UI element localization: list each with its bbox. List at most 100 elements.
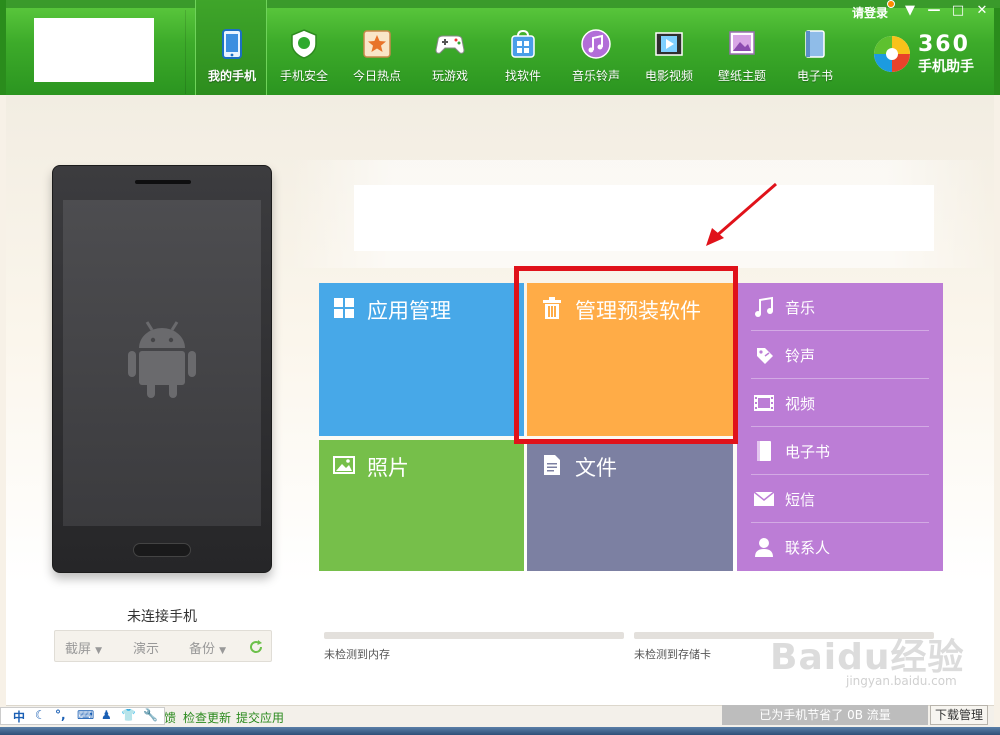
banner-area xyxy=(354,185,934,251)
nav-label: 今日热点 xyxy=(352,69,401,83)
nav-my-phone[interactable]: 我的手机 xyxy=(195,0,267,95)
ime-skin-icon[interactable]: 👕 xyxy=(121,708,136,722)
chevron-down-icon: ▼ xyxy=(219,646,227,656)
backup-label: 备份 xyxy=(189,642,216,657)
nav-label: 电影视频 xyxy=(644,69,693,83)
top-header: 我的手机 手机安全 今日热点 玩游戏 找软件 音乐铃声 电影视频 壁纸主题 电子… xyxy=(0,0,1000,95)
memory-status: 未检测到内存 xyxy=(324,648,390,661)
ime-moon-icon[interactable]: ☾ xyxy=(35,708,46,722)
ime-keyboard-icon[interactable]: ⌨ xyxy=(77,708,94,722)
check-update-link[interactable]: 检查更新 xyxy=(183,709,231,726)
tile-label: 文件 xyxy=(575,456,617,480)
menu-dropdown-button[interactable]: ▼ xyxy=(900,3,920,19)
download-manager-button[interactable]: 下载管理 xyxy=(930,705,988,725)
watermark: Baidu经验 jingyan.baidu.com xyxy=(770,628,980,688)
feedback-link[interactable]: 馈 xyxy=(164,709,176,726)
gamepad-icon xyxy=(435,35,465,54)
ime-punct-icon[interactable]: °, xyxy=(55,708,66,722)
star-icon xyxy=(363,30,391,58)
phone-action-bar: 截屏 ▼ 演示 备份 ▼ xyxy=(54,630,272,662)
ime-user-icon[interactable]: ♟ xyxy=(101,708,112,722)
tile-label: 应用管理 xyxy=(367,299,451,323)
document-icon xyxy=(544,455,560,475)
app-management-tile[interactable]: 应用管理 xyxy=(319,283,524,436)
notification-badge xyxy=(887,0,895,8)
watermark-text: Baidu经验 xyxy=(770,637,965,678)
brand-ball-icon xyxy=(874,36,910,72)
contact-icon xyxy=(755,538,773,557)
media-item-ringtones[interactable]: 铃声 xyxy=(751,331,929,379)
screenshot-button[interactable]: 截屏 ▼ xyxy=(65,638,102,657)
nav-ebooks[interactable]: 电子书 xyxy=(779,0,851,95)
nav-label: 手机安全 xyxy=(279,69,328,83)
ime-tools-icon[interactable]: 🔧 xyxy=(143,708,158,722)
video-icon xyxy=(754,395,774,411)
highlight-box xyxy=(514,266,738,444)
media-item-video[interactable]: 视频 xyxy=(751,379,929,427)
phone-illustration xyxy=(52,165,272,573)
media-label: 短信 xyxy=(785,491,816,509)
nav-find-software[interactable]: 找软件 xyxy=(487,0,559,95)
nav-phone-security[interactable]: 手机安全 xyxy=(268,0,340,95)
phone-icon xyxy=(222,29,242,59)
media-label: 铃声 xyxy=(785,347,816,365)
memory-bar xyxy=(324,632,624,639)
refresh-icon[interactable] xyxy=(248,639,264,655)
traffic-saved-indicator: 已为手机节省了 0B 流量 xyxy=(722,705,928,725)
photos-tile[interactable]: 照片 xyxy=(319,440,524,571)
chevron-down-icon: ▼ xyxy=(95,646,103,656)
brand-number: 360 xyxy=(918,32,970,57)
nav-play-games[interactable]: 玩游戏 xyxy=(414,0,486,95)
nav-label: 找软件 xyxy=(504,69,541,83)
nav-hot-today[interactable]: 今日热点 xyxy=(341,0,413,95)
watermark-url: jingyan.baidu.com xyxy=(846,674,957,688)
music-note-icon xyxy=(581,29,611,59)
media-label: 视频 xyxy=(785,395,816,413)
tile-label: 照片 xyxy=(367,456,409,480)
nav-label: 我的手机 xyxy=(207,69,256,83)
media-item-ebooks[interactable]: 电子书 xyxy=(751,427,929,475)
media-item-sms[interactable]: 短信 xyxy=(751,475,929,523)
media-label: 电子书 xyxy=(785,443,831,461)
nav-label: 玩游戏 xyxy=(431,69,468,83)
nav-music-ringtones[interactable]: 音乐铃声 xyxy=(560,0,632,95)
grid-icon xyxy=(334,298,354,318)
backup-button[interactable]: 备份 ▼ xyxy=(189,638,226,657)
brand-logo: 360 手机助手 xyxy=(872,32,996,76)
screenshot-label: 截屏 xyxy=(65,642,92,657)
ime-mode-icon[interactable]: 中 xyxy=(13,708,25,725)
ebook-icon xyxy=(757,441,771,461)
media-item-contacts[interactable]: 联系人 xyxy=(751,523,929,571)
close-button[interactable]: ✕ xyxy=(972,3,992,19)
os-taskbar xyxy=(0,727,1000,735)
logo-placeholder xyxy=(34,18,154,82)
music-icon xyxy=(755,296,773,317)
brand-name: 手机助手 xyxy=(918,59,974,75)
image-icon xyxy=(333,456,355,474)
phone-screen xyxy=(63,200,261,526)
minimize-button[interactable]: — xyxy=(924,3,944,19)
film-icon xyxy=(655,32,683,56)
submit-app-link[interactable]: 提交应用 xyxy=(236,709,284,726)
sdcard-status: 未检测到存储卡 xyxy=(634,648,711,661)
nav-label: 电子书 xyxy=(796,69,833,83)
media-tile: 音乐 铃声 视频 电子书 短信 联系人 xyxy=(737,283,943,571)
demo-button[interactable]: 演示 xyxy=(133,638,159,657)
phone-speaker xyxy=(135,180,191,184)
annotation-arrow-icon xyxy=(706,182,777,246)
android-icon xyxy=(128,321,196,398)
nav-wallpaper-themes[interactable]: 壁纸主题 xyxy=(706,0,778,95)
app-bag-icon xyxy=(511,29,535,58)
nav-label: 音乐铃声 xyxy=(571,69,620,83)
login-link[interactable]: 请登录 xyxy=(852,4,888,21)
nav-movies-video[interactable]: 电影视频 xyxy=(633,0,705,95)
phone-home-button xyxy=(133,543,191,557)
files-tile[interactable]: 文件 xyxy=(527,440,733,571)
wallpaper-icon xyxy=(729,31,755,55)
sms-icon xyxy=(753,491,775,506)
media-item-music[interactable]: 音乐 xyxy=(751,283,929,331)
book-icon xyxy=(805,30,825,58)
maximize-button[interactable]: □ xyxy=(948,3,968,19)
media-label: 音乐 xyxy=(785,299,816,317)
phone-connection-status: 未连接手机 xyxy=(127,609,197,625)
